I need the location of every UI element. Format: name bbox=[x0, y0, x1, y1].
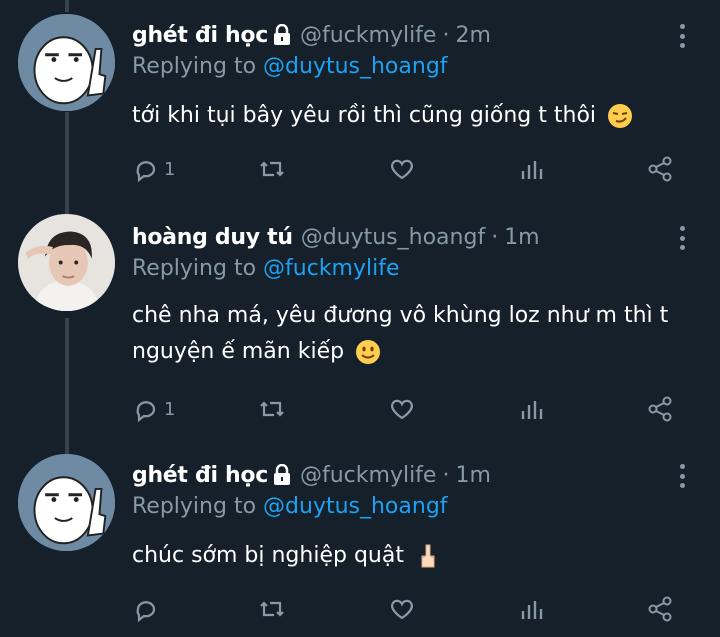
timestamp[interactable]: 1m bbox=[504, 225, 539, 250]
reply-button[interactable] bbox=[132, 594, 164, 624]
retweet-icon bbox=[260, 601, 284, 617]
tweet-text-line: chúc sớm bị nghiệp quật bbox=[132, 543, 404, 568]
analytics-button[interactable] bbox=[518, 394, 546, 424]
retweet-button[interactable] bbox=[258, 394, 286, 424]
lock-icon bbox=[273, 464, 290, 485]
avatar[interactable] bbox=[18, 214, 115, 311]
retweet-icon bbox=[260, 401, 284, 417]
replying-prefix: Replying to bbox=[132, 54, 257, 79]
separator: · bbox=[491, 224, 499, 250]
slightly-smiling-face-icon bbox=[356, 340, 381, 364]
thread-line bbox=[65, 0, 69, 12]
retweet-button[interactable] bbox=[258, 594, 286, 624]
like-button[interactable] bbox=[388, 154, 416, 184]
replying-prefix: Replying to bbox=[132, 256, 257, 281]
avatar[interactable] bbox=[18, 454, 115, 551]
analytics-icon bbox=[521, 601, 543, 619]
reply-icon bbox=[136, 401, 156, 423]
replying-to-mention[interactable]: @duytus_hoangf bbox=[263, 54, 448, 79]
like-button[interactable] bbox=[388, 394, 416, 424]
handle[interactable]: @duytus_hoangf bbox=[301, 225, 486, 250]
reply-button[interactable]: 1 bbox=[132, 394, 175, 424]
like-button[interactable] bbox=[388, 594, 416, 624]
reply-button[interactable]: 1 bbox=[132, 154, 175, 184]
avatar[interactable] bbox=[18, 14, 115, 111]
tweet-text: chúc sớm bị nghiệp quật bbox=[132, 538, 692, 574]
analytics-button[interactable] bbox=[518, 594, 546, 624]
timestamp[interactable]: 2m bbox=[455, 23, 490, 48]
lock-icon bbox=[273, 24, 290, 45]
share-button[interactable] bbox=[646, 594, 674, 624]
handle[interactable]: @fuckmylife bbox=[300, 463, 436, 488]
replying-to-mention[interactable]: @duytus_hoangf bbox=[263, 494, 448, 519]
middle-finger-icon bbox=[421, 544, 435, 568]
tweet-text-line: chê nha má, yêu đương vô khùng loz như m… bbox=[132, 303, 669, 328]
display-name[interactable]: ghét đi học bbox=[132, 463, 268, 488]
retweet-icon bbox=[260, 161, 284, 177]
tweet-text-line: tới khi tụi bây yêu rồi thì cũng giống t… bbox=[132, 103, 597, 128]
heart-icon bbox=[391, 599, 413, 620]
analytics-button[interactable] bbox=[518, 154, 546, 184]
display-name[interactable]: hoàng duy tú bbox=[132, 225, 293, 250]
share-icon bbox=[648, 596, 672, 622]
retweet-button[interactable] bbox=[258, 154, 286, 184]
share-button[interactable] bbox=[646, 394, 674, 424]
meme-face-avatar bbox=[18, 14, 115, 111]
analytics-icon bbox=[521, 401, 543, 419]
replying-to-mention[interactable]: @fuckmylife bbox=[263, 256, 399, 281]
separator: · bbox=[442, 22, 450, 48]
tweet-text-line: nguyện ế mãn kiếp bbox=[132, 339, 345, 364]
smirk-face-icon bbox=[608, 104, 633, 128]
reply-icon bbox=[136, 601, 156, 623]
share-icon bbox=[648, 396, 672, 422]
display-name[interactable]: ghét đi học bbox=[132, 23, 268, 48]
heart-icon bbox=[391, 159, 413, 180]
reply-count: 1 bbox=[164, 158, 176, 180]
photo-avatar bbox=[18, 214, 115, 311]
tweet-text: tới khi tụi bây yêu rồi thì cũng giống t… bbox=[132, 98, 692, 134]
more-options-icon[interactable] bbox=[678, 24, 686, 48]
more-options-icon[interactable] bbox=[678, 226, 686, 250]
heart-icon bbox=[391, 399, 413, 420]
replying-prefix: Replying to bbox=[132, 494, 257, 519]
timestamp[interactable]: 1m bbox=[455, 463, 490, 488]
tweet-text: chê nha má, yêu đương vô khùng loz như m… bbox=[132, 298, 692, 370]
reply-count: 1 bbox=[164, 398, 176, 420]
reply-icon bbox=[136, 161, 156, 183]
thread-line bbox=[65, 318, 69, 454]
analytics-icon bbox=[521, 161, 543, 179]
share-icon bbox=[648, 156, 672, 182]
share-button[interactable] bbox=[646, 154, 674, 184]
separator: · bbox=[442, 462, 450, 488]
more-options-icon[interactable] bbox=[678, 464, 686, 488]
handle[interactable]: @fuckmylife bbox=[300, 23, 436, 48]
meme-face-avatar bbox=[18, 454, 115, 551]
